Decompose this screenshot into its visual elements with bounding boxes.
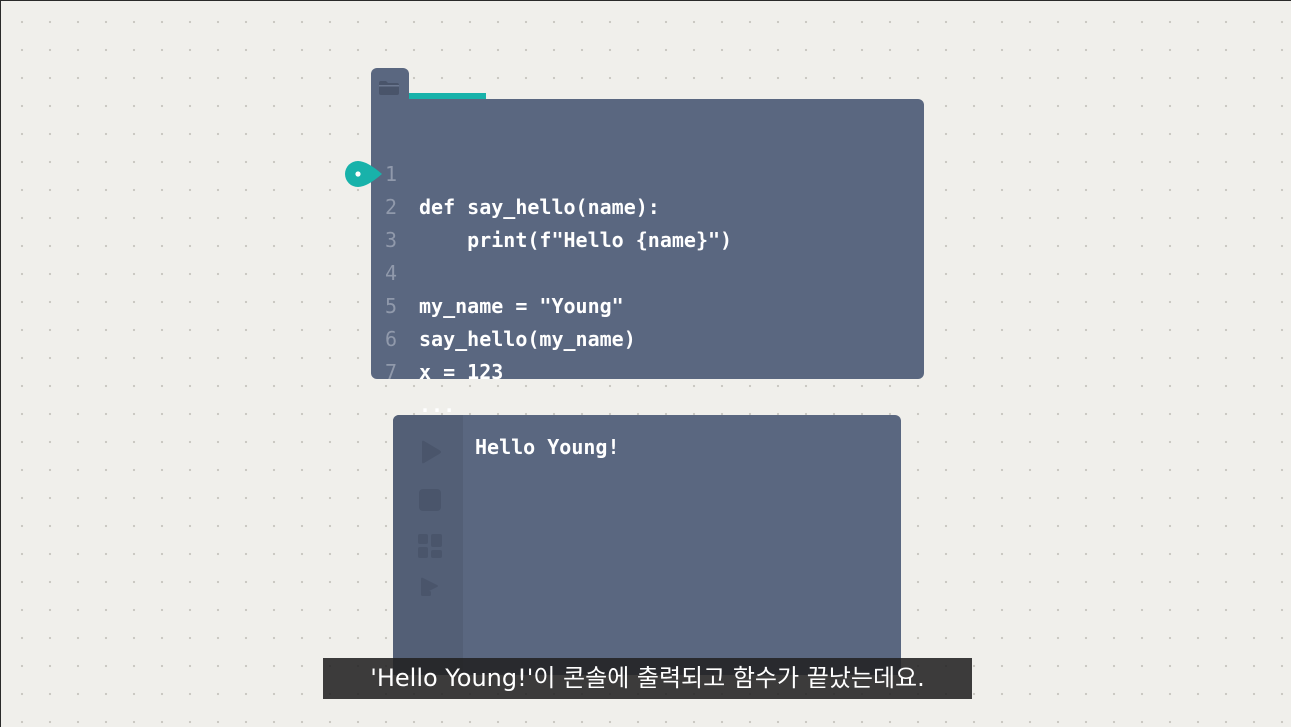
console-toolbar	[393, 415, 463, 675]
console-output: Hello Young!	[475, 435, 620, 459]
folder-icon	[379, 81, 399, 95]
code-line[interactable]: 2 print(f"Hello {name}")	[371, 158, 924, 252]
code-lines: 1 def say_hello(name): 2 print(f"Hello {…	[371, 125, 924, 417]
code-line[interactable]: 7 ...	[371, 323, 924, 417]
code-line[interactable]: 5 say_hello(my_name)	[371, 257, 924, 351]
code-line[interactable]: 1 def say_hello(name):	[371, 125, 924, 219]
code-line[interactable]: 4 my_name = "Young"	[371, 224, 924, 318]
console-panel[interactable]: Hello Young!	[393, 415, 901, 675]
code-line[interactable]: 3	[371, 191, 924, 252]
code-editor[interactable]: 1 def say_hello(name): 2 print(f"Hello {…	[371, 99, 924, 417]
code-line[interactable]: 6 x = 123	[371, 290, 924, 384]
layout-icon[interactable]	[417, 533, 443, 559]
line-number: 7	[385, 360, 398, 384]
breakpoint-marker-icon[interactable]	[345, 160, 383, 188]
step-icon[interactable]	[417, 573, 443, 599]
play-icon[interactable]	[417, 439, 443, 465]
stop-icon[interactable]	[417, 487, 443, 513]
video-subtitle: 'Hello Young!'이 콘솔에 출력되고 함수가 끝났는데요.	[323, 658, 972, 699]
